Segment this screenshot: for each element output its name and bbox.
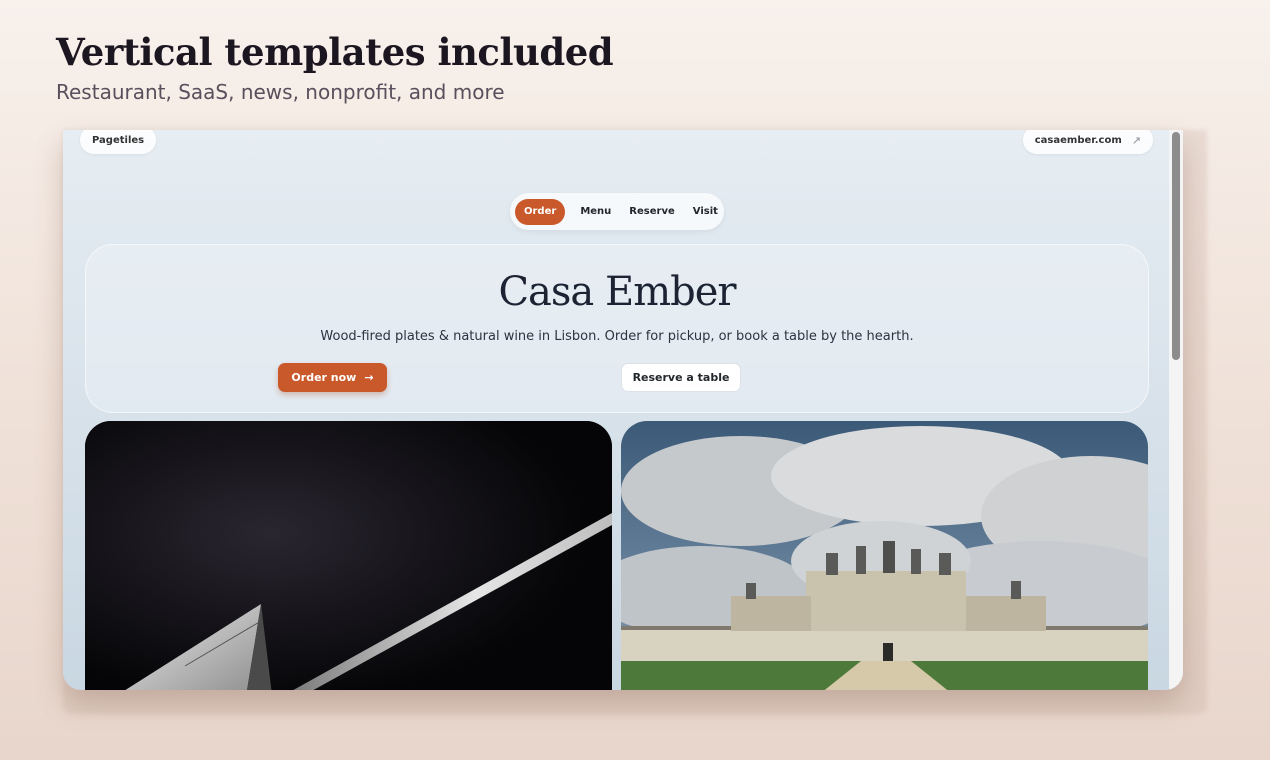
brand-chip[interactable]: Pagetiles [80, 130, 157, 154]
order-now-button[interactable]: Order now → [278, 363, 387, 392]
domain-chip[interactable]: casaember.com ↗ [1022, 130, 1153, 154]
external-link-icon: ↗ [1131, 133, 1141, 147]
scrollbar[interactable] [1169, 130, 1183, 690]
chateau-illustration [621, 421, 1148, 690]
nav-item-order[interactable]: Order [515, 198, 566, 225]
reserve-table-button[interactable]: Reserve a table [621, 363, 741, 392]
arrow-right-icon: → [364, 371, 374, 384]
hero-title: Casa Ember [498, 269, 736, 315]
reserve-table-label: Reserve a table [632, 371, 730, 384]
domain-chip-label: casaember.com [1034, 134, 1122, 146]
order-now-label: Order now [291, 371, 357, 384]
browser-preview: Pagetiles casaember.com ↗ Order Menu Res… [63, 130, 1183, 690]
nav-item-reserve[interactable]: Reserve [620, 199, 683, 225]
page-title: Vertical templates included [56, 30, 614, 74]
hero-description: Wood-fired plates & natural wine in Lisb… [320, 329, 914, 344]
brand-chip-label: Pagetiles [92, 134, 145, 146]
architecture-illustration [85, 421, 612, 690]
nav-item-visit[interactable]: Visit [684, 199, 727, 225]
scrollbar-thumb[interactable] [1172, 132, 1180, 360]
hero-panel: Casa Ember Wood-fired plates & natural w… [85, 244, 1149, 413]
nav-item-menu[interactable]: Menu [571, 199, 620, 225]
site-nav: Order Menu Reserve Visit [510, 193, 724, 230]
page-subtitle: Restaurant, SaaS, news, nonprofit, and m… [56, 80, 505, 104]
abstract-architecture-photo [85, 421, 612, 690]
chateau-photo [621, 421, 1148, 690]
